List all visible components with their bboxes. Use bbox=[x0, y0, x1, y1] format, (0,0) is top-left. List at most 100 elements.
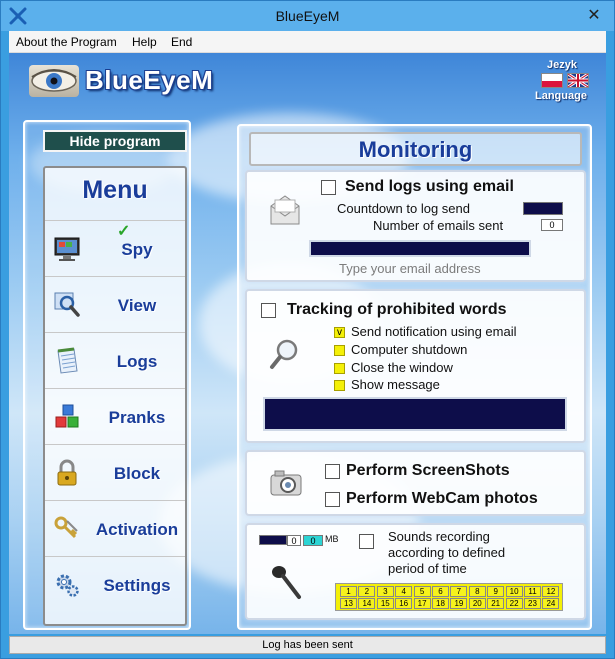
eye-logo-icon bbox=[29, 65, 79, 97]
hour-toggle[interactable]: 5 bbox=[413, 586, 431, 597]
sidebar-item-settings[interactable]: Settings bbox=[45, 556, 185, 611]
sidebar: Hide program Menu ✓ Spy View Logs Pranks… bbox=[23, 120, 191, 630]
hour-toggle[interactable]: 16 bbox=[395, 598, 413, 609]
language-label-en: Language bbox=[535, 90, 587, 102]
menu-title: Menu bbox=[82, 176, 148, 204]
hour-toggle[interactable]: 22 bbox=[505, 598, 523, 609]
sounds-recording-checkbox[interactable] bbox=[359, 534, 374, 549]
option-label: Computer shutdown bbox=[351, 342, 468, 357]
keys-icon bbox=[54, 516, 78, 539]
hour-toggle[interactable]: 7 bbox=[450, 586, 468, 597]
status-bar: Log has been sent bbox=[9, 636, 606, 654]
main-area: BlueEyeM Jezyk Language Hide program Men… bbox=[9, 53, 606, 634]
hour-toggle[interactable]: 6 bbox=[432, 586, 449, 597]
magnifier-icon bbox=[54, 292, 80, 317]
hour-toggle[interactable]: 20 bbox=[468, 598, 486, 609]
countdown-label: Countdown to log send bbox=[337, 201, 470, 216]
header: BlueEyeM Jezyk Language bbox=[13, 59, 602, 107]
tracking-checkbox[interactable] bbox=[261, 303, 276, 318]
email-section: Send logs using email Countdown to log s… bbox=[245, 170, 586, 282]
app-window: BlueEyeM ✕ About the Program Help End Bl… bbox=[0, 0, 615, 659]
hide-program-button[interactable]: Hide program bbox=[43, 130, 187, 152]
hour-toggle[interactable]: 11 bbox=[524, 586, 541, 597]
sidebar-item-label: Block bbox=[113, 464, 161, 483]
webcam-label: Perform WebCam photos bbox=[346, 490, 538, 507]
cubes-icon bbox=[55, 404, 79, 428]
sounds-label-line1: Sounds recording bbox=[388, 529, 490, 544]
close-button[interactable]: ✕ bbox=[580, 6, 608, 26]
option-label: Send notification using email bbox=[351, 324, 517, 339]
menu-end[interactable]: End bbox=[171, 35, 192, 49]
hour-toggle[interactable]: 3 bbox=[376, 586, 394, 597]
screenshots-label: Perform ScreenShots bbox=[346, 462, 510, 479]
capture-section: Perform ScreenShots Perform WebCam photo… bbox=[245, 450, 586, 516]
sounds-label-line2: according to defined bbox=[388, 545, 506, 560]
padlock-icon bbox=[57, 459, 77, 486]
polish-flag-icon[interactable] bbox=[541, 73, 563, 88]
sidebar-item-label: Logs bbox=[116, 352, 158, 371]
monitoring-title: Monitoring bbox=[358, 137, 473, 162]
email-input[interactable] bbox=[309, 240, 531, 257]
english-flag-icon[interactable] bbox=[567, 72, 589, 89]
webcam-checkbox[interactable] bbox=[325, 492, 340, 507]
sidebar-item-activation[interactable]: Activation bbox=[45, 500, 185, 555]
hour-toggle[interactable]: 14 bbox=[358, 598, 376, 609]
hour-toggle[interactable]: 13 bbox=[340, 598, 357, 609]
hour-toggle[interactable]: 18 bbox=[432, 598, 449, 609]
screenshots-checkbox[interactable] bbox=[325, 464, 340, 479]
shutdown-checkbox[interactable] bbox=[334, 345, 345, 356]
hour-toggle[interactable]: 12 bbox=[542, 586, 560, 597]
sidebar-item-logs[interactable]: Logs bbox=[45, 332, 185, 387]
notepad-icon bbox=[57, 347, 78, 374]
hour-toggle[interactable]: 2 bbox=[358, 586, 376, 597]
search-magnifier-icon bbox=[270, 339, 298, 369]
sound-section: 0 0 MB Sounds recording according to def… bbox=[245, 523, 586, 620]
sidebar-item-spy[interactable]: ✓ Spy bbox=[45, 220, 185, 275]
hour-toggle[interactable]: 4 bbox=[395, 586, 413, 597]
sidebar-item-view[interactable]: View bbox=[45, 276, 185, 331]
title-bar[interactable]: BlueEyeM ✕ bbox=[1, 1, 614, 31]
hour-toggle[interactable]: 8 bbox=[468, 586, 486, 597]
prohibited-words-input[interactable] bbox=[263, 397, 567, 431]
sidebar-item-label: Spy bbox=[121, 240, 153, 259]
sidebar-item-label: Pranks bbox=[108, 408, 166, 427]
size-value-2: 0 bbox=[303, 535, 323, 546]
status-text: Log has been sent bbox=[262, 639, 353, 651]
size-bar bbox=[259, 535, 287, 545]
email-placeholder-hint: Type your email address bbox=[339, 261, 481, 276]
sidebar-item-label: Settings bbox=[103, 576, 171, 595]
menu-about[interactable]: About the Program bbox=[16, 35, 117, 49]
window-title: BlueEyeM bbox=[275, 8, 340, 24]
send-logs-checkbox[interactable] bbox=[321, 180, 336, 195]
hour-toggle[interactable]: 15 bbox=[376, 598, 394, 609]
show-message-checkbox[interactable] bbox=[334, 380, 345, 391]
hour-toggle[interactable]: 24 bbox=[542, 598, 560, 609]
sidebar-item-pranks[interactable]: Pranks bbox=[45, 388, 185, 443]
size-unit: MB bbox=[325, 534, 339, 544]
sidebar-item-block[interactable]: Block bbox=[45, 444, 185, 499]
prohibited-words-section: Tracking of prohibited words v Send noti… bbox=[245, 289, 586, 443]
menu-box: Menu ✓ Spy View Logs Pranks Block Activa… bbox=[43, 166, 187, 626]
hour-toggle[interactable]: 17 bbox=[413, 598, 431, 609]
size-value-1: 0 bbox=[287, 535, 301, 546]
emails-sent-value: 0 bbox=[541, 219, 563, 231]
monitoring-panel: Monitoring Send logs using email Countdo… bbox=[237, 124, 592, 630]
menu-bar: About the Program Help End bbox=[9, 31, 606, 53]
sounds-label-line3: period of time bbox=[388, 561, 467, 576]
hour-toggle[interactable]: 9 bbox=[487, 586, 505, 597]
hour-toggle[interactable]: 10 bbox=[505, 586, 523, 597]
hour-toggle[interactable]: 23 bbox=[524, 598, 541, 609]
countdown-display bbox=[523, 202, 563, 215]
notify-email-checkbox[interactable]: v bbox=[334, 327, 345, 338]
sidebar-item-label: Activation bbox=[95, 520, 179, 539]
hour-toggle[interactable]: 1 bbox=[340, 586, 357, 597]
sidebar-item-label: View bbox=[117, 296, 157, 315]
send-logs-label: Send logs using email bbox=[345, 178, 514, 195]
close-window-checkbox[interactable] bbox=[334, 363, 345, 374]
menu-help[interactable]: Help bbox=[132, 35, 157, 49]
logo-text: BlueEyeM bbox=[85, 65, 214, 95]
hour-toggle[interactable]: 21 bbox=[487, 598, 505, 609]
hour-toggle[interactable]: 19 bbox=[450, 598, 468, 609]
microphone-icon bbox=[272, 566, 301, 599]
monitor-icon bbox=[54, 237, 80, 261]
